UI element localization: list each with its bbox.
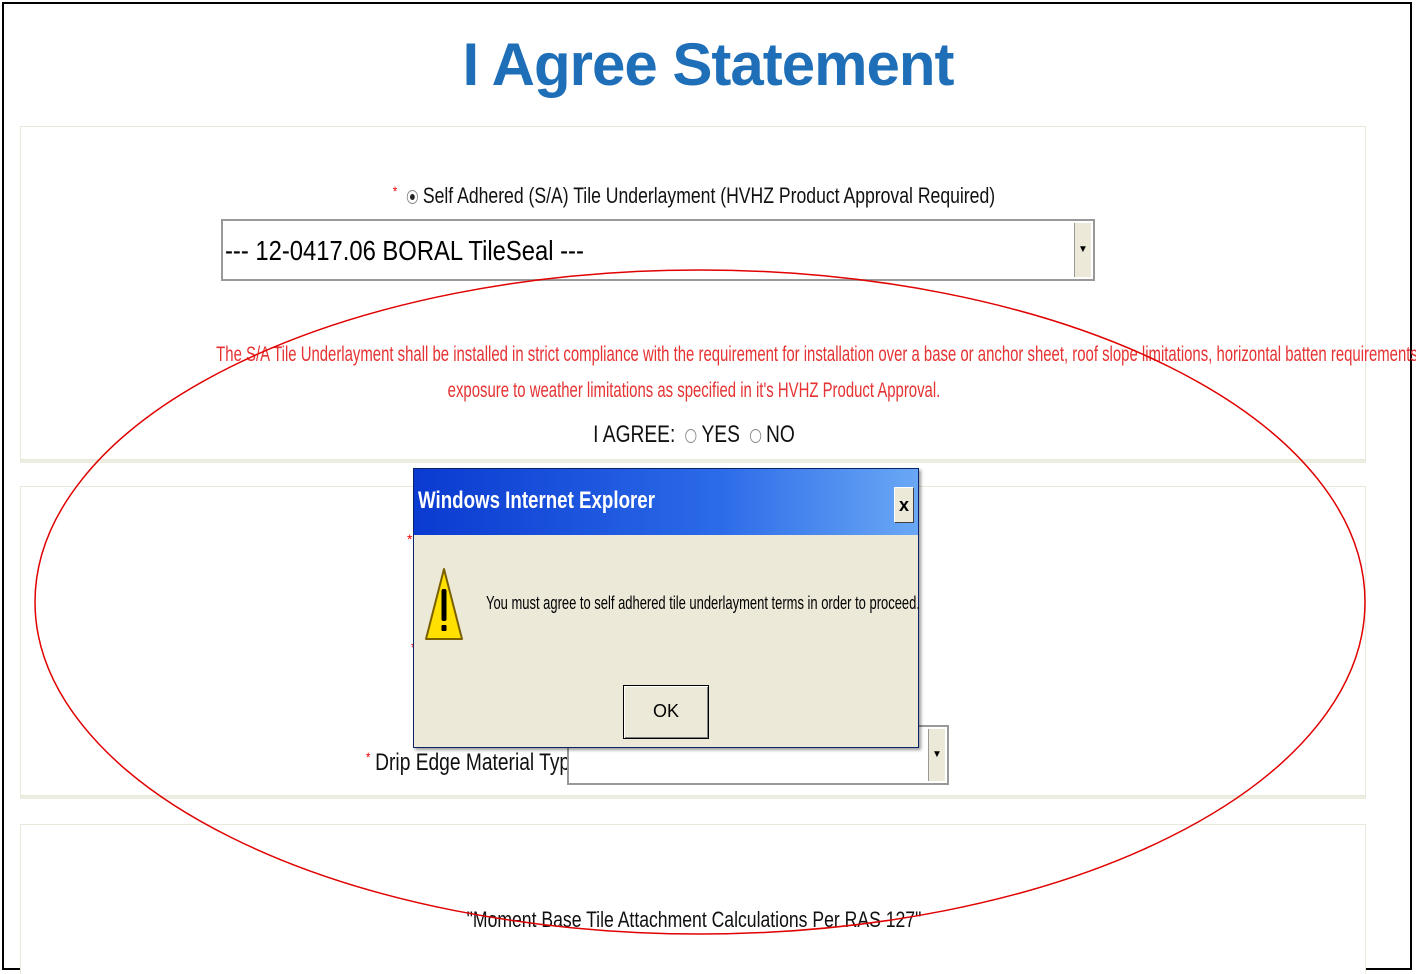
agree-yes-radio[interactable] (685, 428, 697, 443)
dialog-title: Windows Internet Explorer (418, 487, 655, 514)
underlayment-panel: * Self Adhered (S/A) Tile Underlayment (H… (20, 126, 1416, 460)
underlayment-option-row: * Self Adhered (S/A) Tile Underlayment (H… (156, 183, 1233, 209)
chevron-down-icon[interactable]: ▼ (928, 729, 945, 781)
warning-triangle-icon (425, 568, 463, 640)
product-select[interactable]: --- 12-0417.06 BORAL TileSeal --- ▼ (221, 219, 1095, 281)
chevron-down-icon[interactable]: ▼ (1074, 223, 1091, 277)
dialog-title-bar: Windows Internet Explorer x (414, 469, 918, 535)
agree-label: I AGREE: (593, 421, 676, 448)
required-asterisk: * (407, 531, 413, 547)
product-select-value: --- 12-0417.06 BORAL TileSeal --- (225, 235, 584, 266)
moment-panel: "Moment Base Tile Attachment Calculation… (20, 824, 1366, 974)
page-title: I Agree Statement (462, 31, 955, 98)
ok-button[interactable]: OK (623, 685, 709, 739)
agree-no-label: NO (766, 421, 795, 448)
moment-heading: "Moment Base Tile Attachment Calculation… (466, 907, 922, 932)
agree-no-radio[interactable] (750, 428, 762, 443)
dialog-message: You must agree to self adhered tile unde… (486, 593, 920, 613)
compliance-warning-line2: exposure to weather limitations as speci… (447, 379, 941, 402)
underlayment-option-label: Self Adhered (S/A) Tile Underlayment (HV… (422, 183, 996, 208)
underlayment-radio[interactable] (406, 190, 419, 205)
agree-row: I AGREE: YES NO (156, 421, 1233, 449)
drip-edge-label: * Drip Edge Material Type: (366, 749, 587, 776)
close-button[interactable]: x (894, 487, 914, 523)
agree-yes-label: YES (701, 421, 740, 448)
alert-dialog: Windows Internet Explorer x You must agr… (413, 468, 920, 748)
required-asterisk: * (392, 183, 398, 199)
compliance-warning-line1: The S/A Tile Underlayment shall be insta… (216, 343, 1416, 366)
close-icon: x (898, 495, 909, 515)
